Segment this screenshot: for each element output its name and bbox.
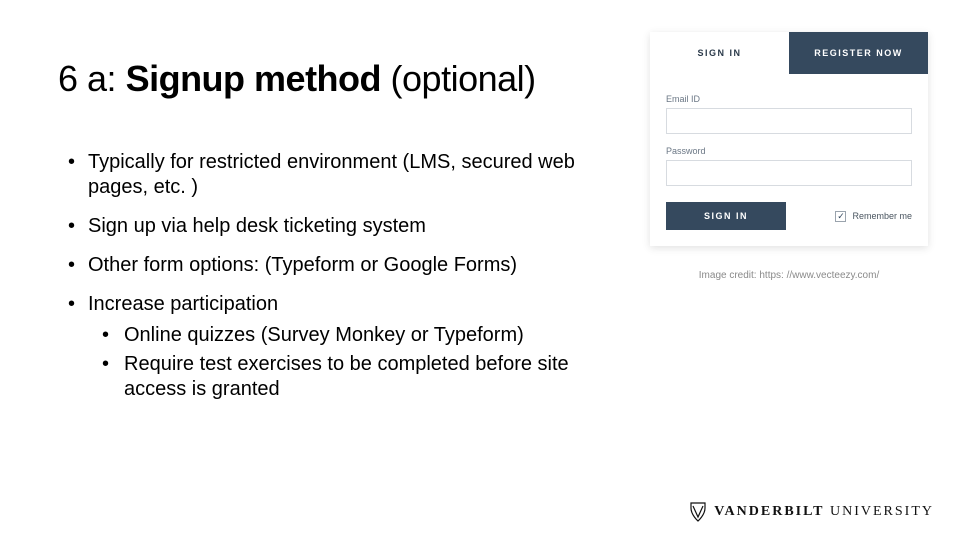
signin-button[interactable]: SIGN IN — [666, 202, 786, 230]
bullet-item: Sign up via help desk ticketing system — [68, 214, 578, 239]
remember-checkbox[interactable]: ✓ — [835, 211, 846, 222]
bullet-text: Typically for restricted environment (LM… — [88, 151, 575, 198]
bullet-list: Typically for restricted environment (LM… — [68, 150, 578, 416]
email-field[interactable] — [666, 108, 912, 134]
bullet-text: Increase participation — [88, 293, 278, 315]
sub-bullet-item: Online quizzes (Survey Monkey or Typefor… — [102, 323, 578, 348]
bullet-item: Increase participation Online quizzes (S… — [68, 292, 578, 402]
sub-bullet-text: Require test exercises to be completed b… — [124, 353, 569, 400]
tab-register[interactable]: REGISTER NOW — [789, 32, 928, 74]
brand-logo: VANDERBILT UNIVERSITY — [690, 502, 934, 522]
tab-signin[interactable]: SIGN IN — [650, 32, 789, 74]
slide: 6 a: Signup method (optional) Typically … — [0, 0, 960, 540]
sub-bullet-item: Require test exercises to be completed b… — [102, 352, 578, 402]
login-card: SIGN IN REGISTER NOW Email ID Password S… — [650, 32, 928, 246]
image-credit: Image credit: https: //www.vecteezy.com/ — [654, 270, 924, 281]
password-label: Password — [666, 146, 912, 156]
remember-me[interactable]: ✓ Remember me — [835, 211, 912, 222]
title-bold: Signup method — [126, 58, 381, 99]
slide-title: 6 a: Signup method (optional) — [58, 58, 536, 100]
login-tabs: SIGN IN REGISTER NOW — [650, 32, 928, 74]
brand-univ: UNIVERSITY — [825, 504, 935, 519]
vanderbilt-shield-icon — [690, 502, 706, 522]
login-body: Email ID Password SIGN IN ✓ Remember me — [650, 74, 928, 246]
email-label: Email ID — [666, 94, 912, 104]
brand-text: VANDERBILT UNIVERSITY — [714, 504, 934, 520]
bullet-item: Other form options: (Typeform or Google … — [68, 253, 578, 278]
title-prefix: 6 a: — [58, 58, 126, 99]
password-field[interactable] — [666, 160, 912, 186]
bullet-text: Sign up via help desk ticketing system — [88, 215, 426, 237]
brand-name: VANDERBILT — [714, 504, 824, 519]
bullet-item: Typically for restricted environment (LM… — [68, 150, 578, 200]
title-suffix: (optional) — [381, 58, 536, 99]
sub-bullet-text: Online quizzes (Survey Monkey or Typefor… — [124, 324, 524, 346]
remember-label: Remember me — [852, 211, 912, 221]
bullet-text: Other form options: (Typeform or Google … — [88, 254, 517, 276]
